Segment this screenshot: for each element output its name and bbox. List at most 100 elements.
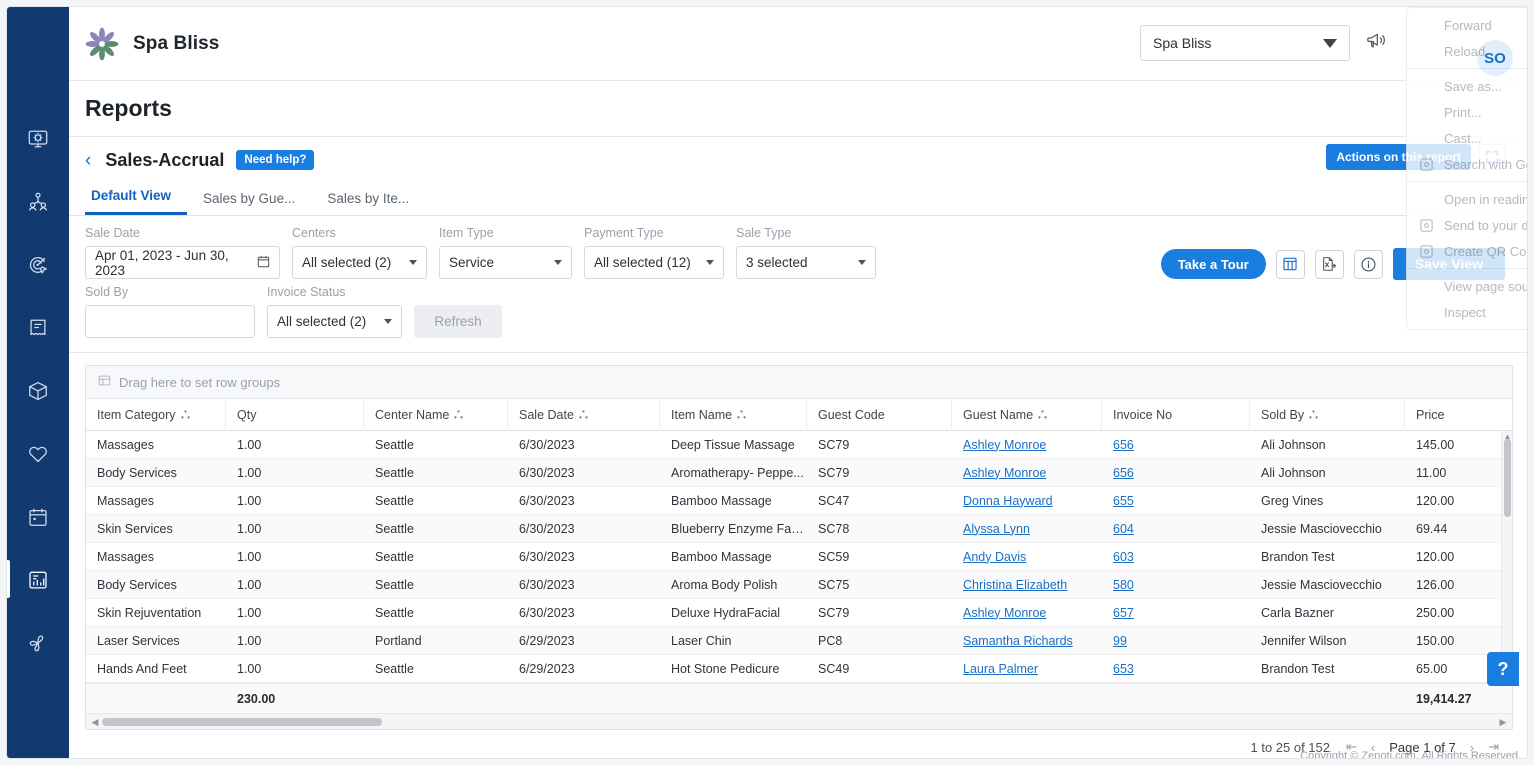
guest-name-link[interactable]: Alyssa Lynn bbox=[963, 522, 1030, 536]
table-row[interactable]: Skin Rejuventation 1.00 Seattle 6/30/2023 De… bbox=[86, 599, 1512, 627]
context-menu-item-forward[interactable]: Forward bbox=[1407, 12, 1527, 38]
context-menu-item-view-page-sou[interactable]: View page sou bbox=[1407, 273, 1527, 299]
invoice-no-link[interactable]: 656 bbox=[1113, 438, 1134, 452]
vertical-scroll-thumb[interactable] bbox=[1504, 439, 1511, 517]
invoice-status-select[interactable]: All selected (2) bbox=[267, 305, 402, 338]
horizontal-scroll-thumb[interactable] bbox=[102, 718, 382, 726]
sidebar-item-appointments[interactable] bbox=[7, 485, 69, 548]
grid-vertical-scrollbar[interactable]: ▲ ▼ bbox=[1501, 431, 1512, 683]
column-header-item-category[interactable]: Item Category bbox=[86, 398, 226, 431]
table-row[interactable]: Hands And Feet 1.00 Seattle 6/29/2023 Hot St… bbox=[86, 655, 1512, 683]
column-header-guest-name[interactable]: Guest Name bbox=[952, 398, 1102, 431]
info-circle-icon[interactable] bbox=[1353, 249, 1383, 279]
cell-invoice-no[interactable]: 603 bbox=[1102, 543, 1250, 571]
cell-invoice-no[interactable]: 99 bbox=[1102, 627, 1250, 655]
guest-name-link[interactable]: Christina Elizabeth bbox=[963, 578, 1067, 592]
take-a-tour-button[interactable]: Take a Tour bbox=[1160, 249, 1266, 279]
brand[interactable]: Spa Bliss bbox=[83, 25, 219, 63]
invoice-no-link[interactable]: 653 bbox=[1113, 662, 1134, 676]
invoice-no-link[interactable]: 99 bbox=[1113, 634, 1127, 648]
cell-guest-name[interactable]: Ashley Monroe bbox=[952, 459, 1102, 487]
sidebar-item-marketing[interactable] bbox=[7, 233, 69, 296]
column-header-price[interactable]: Price bbox=[1405, 399, 1505, 431]
tab-sales-by-guest[interactable]: Sales by Gue... bbox=[187, 191, 311, 215]
cell-invoice-no[interactable]: 653 bbox=[1102, 655, 1250, 683]
guest-name-link[interactable]: Donna Hayward bbox=[963, 494, 1053, 508]
context-menu-item-search-with-go[interactable]: Search with Go bbox=[1407, 151, 1527, 177]
invoice-no-link[interactable]: 603 bbox=[1113, 550, 1134, 564]
context-menu-item-inspect[interactable]: Inspect bbox=[1407, 299, 1527, 325]
column-header-sold-by[interactable]: Sold By bbox=[1250, 398, 1405, 431]
tab-sales-by-item[interactable]: Sales by Ite... bbox=[311, 191, 425, 215]
column-header-center-name[interactable]: Center Name bbox=[364, 398, 508, 431]
context-menu-item-reload[interactable]: Reload bbox=[1407, 38, 1527, 64]
sidebar-item-employees[interactable] bbox=[7, 170, 69, 233]
grid-horizontal-scrollbar[interactable]: ◀ ▶ bbox=[86, 713, 1512, 729]
column-header-guest-code[interactable]: Guest Code bbox=[807, 398, 952, 431]
context-menu-item-print[interactable]: Print... bbox=[1407, 99, 1527, 125]
refresh-button[interactable]: Refresh bbox=[414, 305, 502, 338]
sidebar-item-invoices[interactable] bbox=[7, 296, 69, 359]
column-header-invoice-no[interactable]: Invoice No bbox=[1102, 398, 1250, 431]
table-row[interactable]: Body Services 1.00 Seattle 6/30/2023 Aroma B… bbox=[86, 571, 1512, 599]
scroll-left-icon[interactable]: ◀ bbox=[88, 714, 102, 730]
cell-invoice-no[interactable]: 656 bbox=[1102, 431, 1250, 459]
cell-invoice-no[interactable]: 655 bbox=[1102, 487, 1250, 515]
cell-guest-name[interactable]: Samantha Richards bbox=[952, 627, 1102, 655]
guest-name-link[interactable]: Ashley Monroe bbox=[963, 606, 1046, 620]
sidebar-item-inventory[interactable] bbox=[7, 359, 69, 422]
table-row[interactable]: Laser Services 1.00 Portland 6/29/2023 Laser… bbox=[86, 627, 1512, 655]
row-group-drop-zone[interactable]: Drag here to set row groups bbox=[86, 366, 1512, 399]
cell-guest-name[interactable]: Ashley Monroe bbox=[952, 431, 1102, 459]
table-row[interactable]: Massages 1.00 Seattle 6/30/2023 Bamboo Massa… bbox=[86, 543, 1512, 571]
sidebar-item-loyalty[interactable] bbox=[7, 422, 69, 485]
export-excel-icon[interactable] bbox=[1314, 249, 1344, 279]
megaphone-icon[interactable] bbox=[1364, 29, 1387, 57]
guest-name-link[interactable]: Andy Davis bbox=[963, 550, 1026, 564]
guest-name-link[interactable]: Laura Palmer bbox=[963, 662, 1038, 676]
centers-select[interactable]: All selected (2) bbox=[292, 246, 427, 279]
cell-guest-name[interactable]: Andy Davis bbox=[952, 543, 1102, 571]
sold-by-input[interactable] bbox=[85, 305, 255, 338]
guest-name-link[interactable]: Ashley Monroe bbox=[963, 438, 1046, 452]
need-help-button[interactable]: Need help? bbox=[236, 150, 315, 170]
cell-invoice-no[interactable]: 657 bbox=[1102, 599, 1250, 627]
cell-guest-name[interactable]: Donna Hayward bbox=[952, 487, 1102, 515]
cell-invoice-no[interactable]: 580 bbox=[1102, 571, 1250, 599]
sale-date-input[interactable]: Apr 01, 2023 - Jun 30, 2023 bbox=[85, 246, 280, 279]
column-header-sale-date[interactable]: Sale Date bbox=[508, 398, 660, 431]
column-header-item-name[interactable]: Item Name bbox=[660, 398, 807, 431]
cell-invoice-no[interactable]: 656 bbox=[1102, 459, 1250, 487]
guest-name-link[interactable]: Samantha Richards bbox=[963, 634, 1073, 648]
cell-guest-name[interactable]: Ashley Monroe bbox=[952, 599, 1102, 627]
chevron-left-icon[interactable]: ‹ bbox=[85, 151, 91, 170]
table-row[interactable]: Body Services 1.00 Seattle 6/30/2023 Aromath… bbox=[86, 459, 1512, 487]
cell-guest-name[interactable]: Christina Elizabeth bbox=[952, 571, 1102, 599]
table-row[interactable]: Massages 1.00 Seattle 6/30/2023 Bamboo Massa… bbox=[86, 487, 1512, 515]
item-type-select[interactable]: Service bbox=[439, 246, 572, 279]
context-menu-item-cast[interactable]: Cast... bbox=[1407, 125, 1527, 151]
cell-guest-name[interactable]: Laura Palmer bbox=[952, 655, 1102, 683]
context-menu-item-send-to-your-d[interactable]: Send to your d bbox=[1407, 212, 1527, 238]
table-row[interactable]: Skin Services 1.00 Seattle 6/30/2023 Blueber… bbox=[86, 515, 1512, 543]
sidebar-item-settings[interactable] bbox=[7, 611, 69, 674]
context-menu-item-open-in-readin[interactable]: Open in readin bbox=[1407, 186, 1527, 212]
invoice-no-link[interactable]: 655 bbox=[1113, 494, 1134, 508]
center-select[interactable]: Spa Bliss bbox=[1140, 25, 1350, 61]
sidebar-item-dashboard[interactable] bbox=[7, 107, 69, 170]
table-row[interactable]: Massages 1.00 Seattle 6/30/2023 Deep Tissue … bbox=[86, 431, 1512, 459]
sidebar-item-reports[interactable] bbox=[7, 548, 69, 611]
help-button[interactable]: ? bbox=[1487, 652, 1519, 686]
cell-invoice-no[interactable]: 604 bbox=[1102, 515, 1250, 543]
invoice-no-link[interactable]: 656 bbox=[1113, 466, 1134, 480]
sale-type-select[interactable]: 3 selected bbox=[736, 246, 876, 279]
invoice-no-link[interactable]: 657 bbox=[1113, 606, 1134, 620]
context-menu-item-create-qr-cod[interactable]: Create QR Cod bbox=[1407, 238, 1527, 264]
column-header-qty[interactable]: Qty bbox=[226, 398, 364, 431]
payment-type-select[interactable]: All selected (12) bbox=[584, 246, 724, 279]
context-menu-item-save-as[interactable]: Save as... bbox=[1407, 73, 1527, 99]
tab-default-view[interactable]: Default View bbox=[85, 188, 188, 215]
invoice-no-link[interactable]: 604 bbox=[1113, 522, 1134, 536]
cell-guest-name[interactable]: Alyssa Lynn bbox=[952, 515, 1102, 543]
guest-name-link[interactable]: Ashley Monroe bbox=[963, 466, 1046, 480]
